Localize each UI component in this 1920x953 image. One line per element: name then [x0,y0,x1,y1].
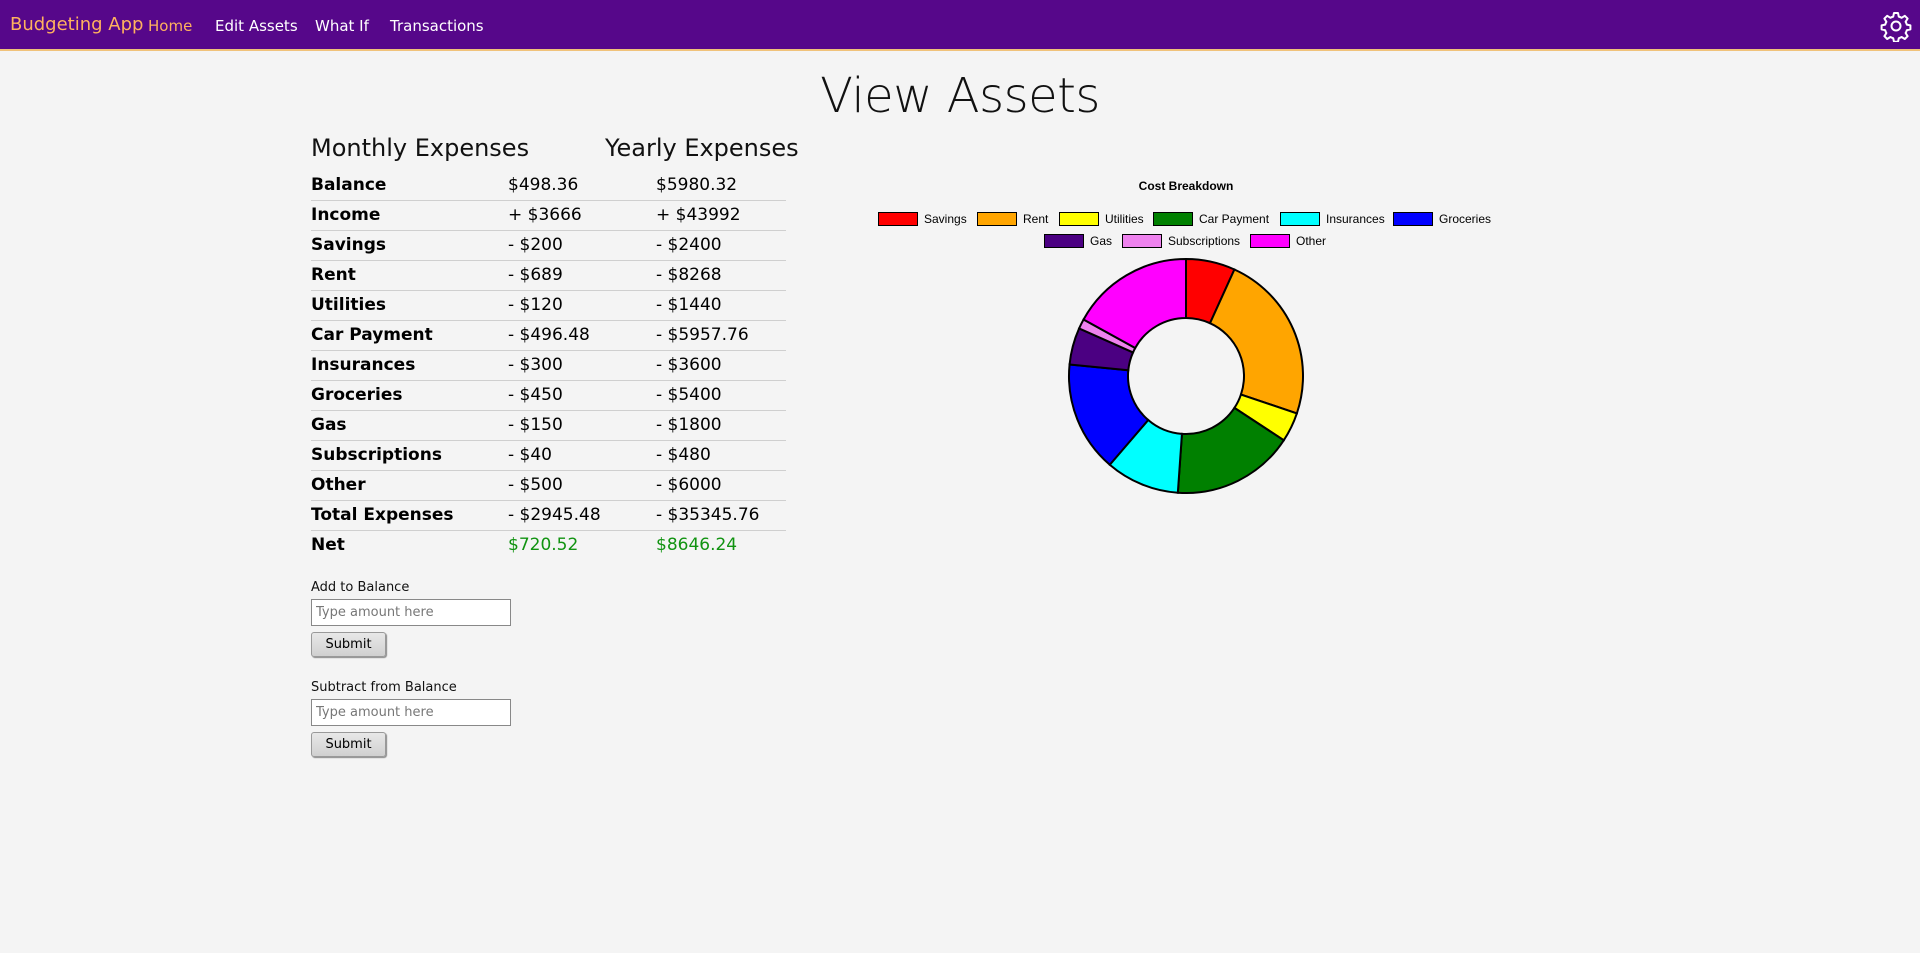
row-yearly-cell: - $6000 [656,470,786,501]
table-row: Car Payment - $496.48- $5957.76 [311,320,786,351]
expenses-table: Balance $498.36 $5980.32 Income + $3666 + $43… [311,170,786,560]
table-row: Net $720.52 $8646.24 [311,530,786,560]
table-row: Groceries - $450- $5400 [311,380,786,411]
legend-swatch [977,212,1017,226]
row-label-cell: Balance [311,170,508,201]
subtract-submit-button[interactable]: Submit [311,732,386,757]
legend-label: Utilities [1105,212,1144,226]
row-yearly-cell: - $8268 [656,260,786,291]
row-yearly-cell: $5980.32 [656,170,786,201]
row-monthly-cell: $720.52 [508,535,579,556]
table-row: Subscriptions - $40- $480 [311,440,786,471]
row-yearly-cell: $8646.24 [656,535,738,556]
table-row: Total Expenses - $2945.48- $35345.76 [311,500,786,531]
page-title: View Assets [820,68,1100,124]
row-monthly-cell: - $496.48 [508,320,656,351]
row-yearly-cell: - $5400 [656,380,786,411]
row-monthly-cell: - $2945.48 [508,500,656,531]
legend-item[interactable]: Gas [1044,233,1112,249]
row-monthly-cell: $498.36 [508,170,656,201]
table-row: Rent - $689- $8268 [311,260,786,291]
row-monthly-cell: - $40 [508,440,656,471]
legend-swatch [1059,212,1099,226]
row-monthly-cell: - $450 [508,380,656,411]
legend-label: Subscriptions [1168,234,1241,248]
add-submit-button[interactable]: Submit [311,632,386,657]
row-monthly-cell: - $150 [508,410,656,441]
table-row: Gas - $150- $1800 [311,410,786,441]
row-label-cell: Gas [311,410,508,441]
row-label-cell: Subscriptions [311,440,508,471]
legend-item[interactable]: Other [1250,233,1326,249]
legend-label: Car Payment [1199,212,1270,226]
row-monthly-cell: - $689 [508,260,656,291]
row-yearly-cell: - $1800 [656,410,786,441]
row-yearly-cell: - $3600 [656,350,786,381]
legend-item[interactable]: Subscriptions [1122,233,1240,249]
yearly-expenses-header: Yearly Expenses [605,134,799,162]
legend-swatch [1280,212,1320,226]
nav-edit-assets[interactable]: Edit Assets [215,17,298,35]
legend-swatch [1122,234,1162,248]
row-yearly-cell: - $5957.76 [656,320,786,351]
gear-icon[interactable] [1880,10,1912,43]
legend-item[interactable]: Savings [878,211,967,227]
row-yearly-cell: - $35345.76 [656,500,786,531]
row-label-cell: Insurances [311,350,508,381]
legend-item[interactable]: Groceries [1393,211,1491,227]
table-row: Insurances - $300- $3600 [311,350,786,381]
nav-transactions[interactable]: Transactions [390,17,484,35]
legend-label: Groceries [1439,212,1492,226]
chart-legend-row-1: Savings Rent Utilities Car Payment Insurance… [0,211,1920,227]
legend-label: Rent [1023,212,1049,226]
cost-breakdown-donut-chart [1068,257,1304,494]
table-row: Other - $500- $6000 [311,470,786,501]
row-label-cell: Total Expenses [311,500,508,531]
row-yearly-cell: - $1440 [656,290,786,321]
legend-swatch [1393,212,1433,226]
nav-home[interactable]: Home [148,17,192,35]
legend-swatch [1250,234,1290,248]
donut-slice-rent[interactable] [1208,268,1304,415]
legend-item[interactable]: Utilities [1059,211,1144,227]
table-row: Balance $498.36 $5980.32 [311,170,786,201]
add-to-balance-label: Add to Balance [311,580,410,595]
row-label-cell: Rent [311,260,508,291]
legend-label: Savings [924,212,967,226]
row-label-cell: Groceries [311,380,508,411]
row-label-cell: Utilities [311,290,508,321]
legend-swatch [1153,212,1193,226]
legend-label: Insurances [1326,212,1385,226]
row-label-cell: Other [311,470,508,501]
row-yearly-cell: - $480 [656,440,786,471]
row-monthly-cell: - $300 [508,350,656,381]
legend-item[interactable]: Car Payment [1153,211,1269,227]
legend-swatch [878,212,918,226]
legend-label: Gas [1090,234,1113,248]
add-amount-input[interactable] [311,599,511,626]
legend-item[interactable]: Insurances [1280,211,1385,227]
legend-label: Other [1296,234,1327,248]
navbar: Budgeting App Home Edit Assets What If T… [0,0,1920,51]
monthly-expenses-header: Monthly Expenses [311,134,530,162]
subtract-from-balance-label: Subtract from Balance [311,680,457,695]
row-monthly-cell: - $120 [508,290,656,321]
nav-what-if[interactable]: What If [315,17,369,35]
chart-legend-row-2: Gas Subscriptions Other [0,233,1920,249]
subtract-amount-input[interactable] [311,699,511,726]
legend-swatch [1044,234,1084,248]
brand-link[interactable]: Budgeting App [10,14,143,35]
row-monthly-cell: - $500 [508,470,656,501]
legend-item[interactable]: Rent [977,211,1048,227]
row-label-cell: Car Payment [311,320,508,351]
table-row: Utilities - $120- $1440 [311,290,786,321]
row-label-cell: Net [311,535,345,556]
chart-title: Cost Breakdown [1138,179,1234,193]
